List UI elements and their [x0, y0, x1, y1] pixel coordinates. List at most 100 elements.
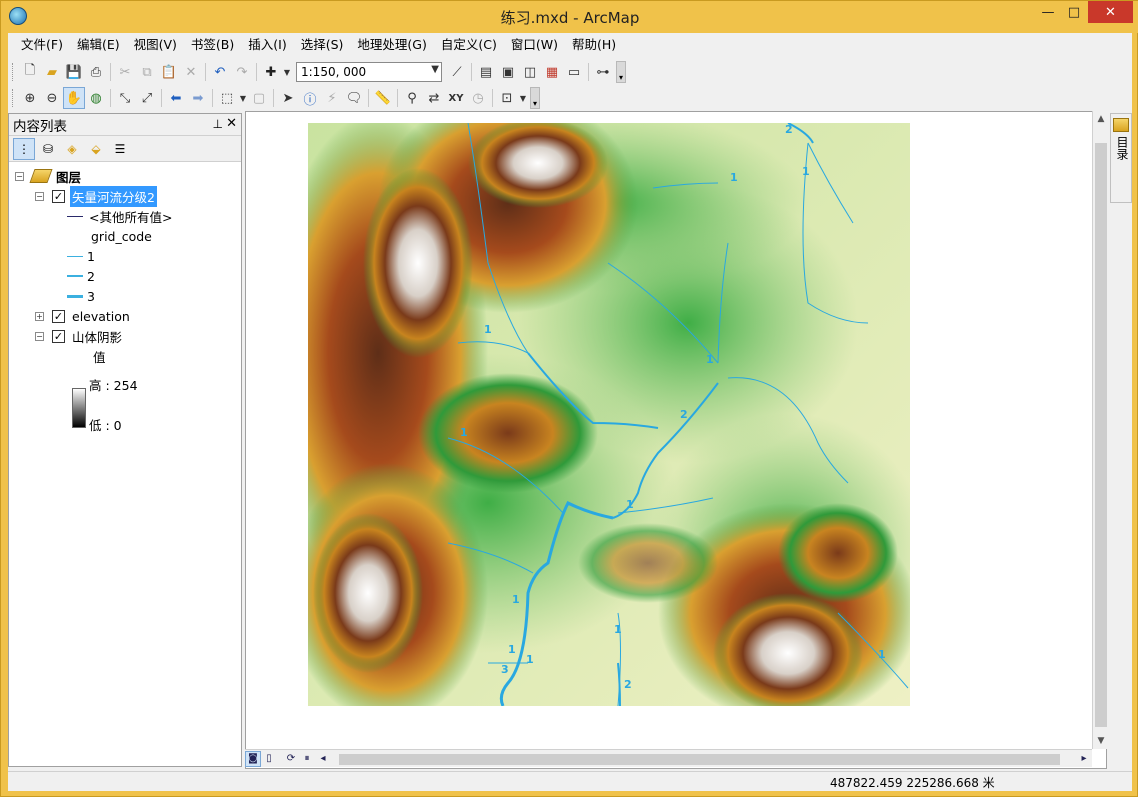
arctoolbox-icon[interactable]: ▦ — [541, 61, 563, 83]
terrain-map-image[interactable]: 1 1 1 1 1 2 2 1 1 1 1 2 3 1 1 — [308, 123, 910, 706]
legend-line-symbol[interactable] — [67, 275, 83, 277]
catalog-dock-tab[interactable]: 目录 — [1110, 113, 1132, 203]
map-vertical-scrollbar[interactable]: ▲ ▼ — [1092, 111, 1108, 749]
legend-line-symbol[interactable] — [67, 215, 83, 217]
legend-line-symbol[interactable] — [67, 294, 83, 298]
close-icon[interactable]: ✕ — [226, 116, 237, 131]
legend-line-symbol[interactable] — [67, 255, 83, 257]
tree-row-layers-root[interactable]: − 图层 — [15, 166, 81, 186]
zoom-out-icon[interactable]: ⊖ — [41, 87, 63, 109]
collapse-icon[interactable]: − — [15, 171, 24, 181]
menu-help[interactable]: 帮助(H) — [565, 33, 623, 57]
list-by-selection-icon[interactable]: ⬙ — [85, 138, 107, 160]
layer-name-streams[interactable]: 矢量河流分级2 — [70, 185, 157, 207]
scroll-up-icon[interactable]: ▲ — [1093, 111, 1109, 127]
scroll-right-icon[interactable]: ▸ — [1076, 751, 1092, 767]
editor-toolbar-icon[interactable]: ⟋ — [446, 61, 468, 83]
search-window-icon[interactable]: ◫ — [519, 61, 541, 83]
toolbar-options-icon[interactable]: ▾ — [616, 61, 626, 83]
title-bar[interactable]: 练习.mxd - ArcMap — □ ✕ — [1, 1, 1138, 33]
time-slider-icon[interactable]: ◷ — [467, 87, 489, 109]
list-by-drawing-order-icon[interactable]: ⋮ — [13, 137, 35, 160]
scroll-down-icon[interactable]: ▼ — [1093, 733, 1109, 749]
cut-icon[interactable]: ✂ — [114, 61, 136, 83]
menu-insert[interactable]: 插入(I) — [241, 33, 293, 57]
toc-options-icon[interactable]: ☰ — [109, 138, 131, 160]
measure-icon[interactable]: 📏 — [372, 87, 394, 109]
tree-row-layer-elevation[interactable]: + ✓ elevation — [35, 306, 130, 326]
html-popup-icon[interactable]: 🗨 — [343, 87, 365, 109]
hyperlink-icon[interactable]: ⚡ — [321, 87, 343, 109]
pin-icon[interactable]: ⊥ — [213, 117, 223, 131]
create-viewer-window-icon[interactable]: ⊡ — [496, 87, 518, 109]
menu-edit[interactable]: 编辑(E) — [70, 33, 127, 57]
toolbar-options-icon[interactable]: ▾ — [530, 87, 540, 109]
copy-icon[interactable]: ⧉ — [136, 61, 158, 83]
open-folder-icon[interactable]: ▰ — [41, 61, 63, 83]
back-arrow-icon[interactable]: ⬅ — [165, 87, 187, 109]
python-window-icon[interactable]: ▭ — [563, 61, 585, 83]
redo-icon[interactable]: ↷ — [231, 61, 253, 83]
forward-arrow-icon[interactable]: ➡ — [187, 87, 209, 109]
layer-name-elevation[interactable]: elevation — [72, 309, 130, 324]
modelbuilder-icon[interactable]: ⊶ — [592, 61, 614, 83]
list-by-source-icon[interactable]: ⛁ — [37, 138, 59, 160]
menu-customize[interactable]: 自定义(C) — [434, 33, 504, 57]
catalog-window-icon[interactable]: ▣ — [497, 61, 519, 83]
pause-drawing-icon[interactable]: ⏸ — [299, 751, 315, 767]
layout-view-icon[interactable]: ▯ — [261, 751, 277, 767]
paste-icon[interactable]: 📋 — [158, 61, 180, 83]
close-button[interactable]: ✕ — [1088, 1, 1133, 23]
go-to-xy-icon[interactable]: XY — [445, 87, 467, 109]
map-scale-combo[interactable]: 1:150, 000 ▼ — [296, 62, 442, 82]
layer-visibility-checkbox[interactable]: ✓ — [52, 189, 65, 203]
pan-hand-icon[interactable]: ✋ — [63, 87, 85, 109]
layer-visibility-checkbox[interactable]: ✓ — [52, 329, 65, 343]
chevron-down-icon[interactable]: ▼ — [431, 64, 439, 75]
fixed-zoom-in-icon[interactable]: ⤡ — [114, 87, 136, 109]
menu-file[interactable]: 文件(F) — [14, 33, 70, 57]
menu-bookmarks[interactable]: 书签(B) — [184, 33, 241, 57]
fixed-zoom-out-icon[interactable]: ⤢ — [136, 87, 158, 109]
menu-geoprocessing[interactable]: 地理处理(G) — [350, 33, 433, 57]
toc-window-icon[interactable]: ▤ — [475, 61, 497, 83]
scroll-thumb[interactable] — [339, 753, 1060, 765]
find-binoculars-icon[interactable]: ⚲ — [401, 87, 423, 109]
menu-selection[interactable]: 选择(S) — [294, 33, 351, 57]
full-extent-globe-icon[interactable]: ◍ — [85, 87, 107, 109]
select-dropdown-icon[interactable]: ▼ — [238, 87, 248, 109]
add-data-icon[interactable]: ✚ — [260, 61, 282, 83]
expand-icon[interactable]: + — [35, 311, 44, 321]
select-elements-arrow-icon[interactable]: ➤ — [277, 87, 299, 109]
clear-selection-icon[interactable]: ▢ — [248, 87, 270, 109]
toolbar-grip[interactable] — [12, 89, 15, 107]
scroll-thumb[interactable] — [1095, 143, 1107, 727]
delete-icon[interactable]: ✕ — [180, 61, 202, 83]
tree-row-layer-hillshade[interactable]: − ✓ 山体阴影 — [35, 326, 122, 346]
data-view-icon[interactable]: ◙ — [245, 750, 261, 767]
grayscale-ramp-symbol[interactable] — [72, 388, 86, 428]
tree-row-layer-streams[interactable]: − ✓ 矢量河流分级2 — [35, 185, 157, 207]
collapse-icon[interactable]: − — [35, 331, 44, 341]
scroll-left-icon[interactable]: ◂ — [315, 751, 331, 767]
add-data-dropdown-icon[interactable]: ▼ — [282, 61, 292, 83]
refresh-icon[interactable]: ⟳ — [283, 751, 299, 767]
map-horizontal-scrollbar[interactable] — [333, 752, 1074, 766]
save-icon[interactable]: 💾 — [63, 61, 85, 83]
collapse-icon[interactable]: − — [35, 191, 44, 201]
layer-name-hillshade[interactable]: 山体阴影 — [72, 327, 122, 346]
identify-icon[interactable]: ⓘ — [299, 87, 321, 109]
menu-windows[interactable]: 窗口(W) — [504, 33, 565, 57]
print-icon[interactable]: ⎙ — [85, 61, 107, 83]
select-features-icon[interactable]: ⬚ — [216, 87, 238, 109]
toolbar-grip[interactable] — [12, 63, 15, 81]
viewer-dropdown-icon[interactable]: ▼ — [518, 87, 528, 109]
zoom-in-icon[interactable]: ⊕ — [19, 87, 41, 109]
minimize-button[interactable]: — — [1035, 1, 1061, 23]
layer-visibility-checkbox[interactable]: ✓ — [52, 309, 65, 323]
menu-view[interactable]: 视图(V) — [127, 33, 184, 57]
undo-icon[interactable]: ↶ — [209, 61, 231, 83]
list-by-visibility-icon[interactable]: ◈ — [61, 138, 83, 160]
new-document-icon[interactable]: 🗋 — [19, 61, 41, 83]
find-route-icon[interactable]: ⇄ — [423, 87, 445, 109]
